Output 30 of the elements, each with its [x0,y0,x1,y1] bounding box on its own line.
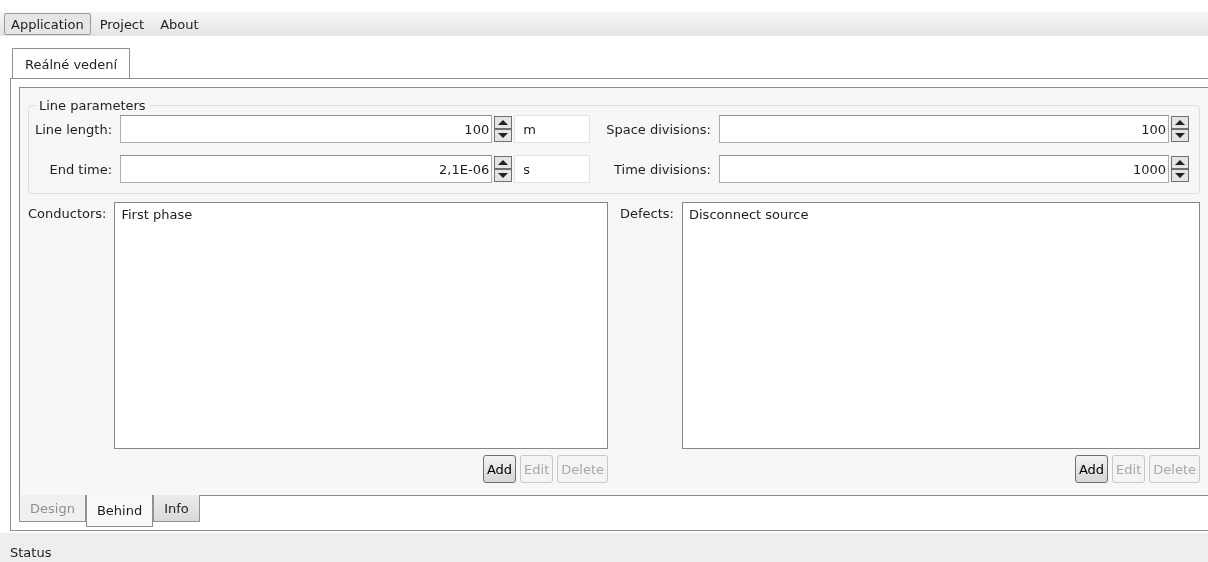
field-label: Time divisions: [613,161,711,177]
menu-item[interactable]: Application [4,13,91,35]
field-label: End time: [48,161,113,177]
document-tab[interactable]: Reálné vedení [12,48,131,79]
view-tab[interactable]: Behind [85,495,154,527]
menu-item[interactable]: Project [92,13,152,35]
spinner-arrows-icon[interactable] [494,156,513,182]
list-box[interactable]: First phase [114,202,608,449]
spinner-arrows-icon[interactable] [1171,116,1189,142]
spinner-arrows-icon[interactable] [1171,156,1189,182]
view-tab[interactable]: Info [153,495,200,522]
list-item[interactable]: Disconnect source [689,207,1193,222]
number-field[interactable]: 100 [718,115,1169,143]
list-box[interactable]: Disconnect source [682,202,1200,449]
spinner-arrows-icon[interactable] [494,116,513,142]
list-label: Defects: [620,205,674,221]
menu-item[interactable]: About [153,13,206,35]
unit-field[interactable]: m [514,115,591,143]
group-title: Line parameters [38,98,147,113]
action-button[interactable]: Add [1074,455,1109,483]
number-field[interactable]: 1000 [718,155,1169,183]
action-button[interactable]: Add [482,455,517,483]
list-item[interactable]: First phase [121,207,601,222]
number-field[interactable]: 100 [120,115,493,143]
field-label: Line length: [35,121,113,137]
list-label: Conductors: [28,205,107,221]
unit-field[interactable]: s [514,155,591,183]
status-bar: Status [0,533,1208,562]
field-label: Space divisions: [606,121,711,137]
number-field[interactable]: 2,1E-06 [120,155,493,183]
